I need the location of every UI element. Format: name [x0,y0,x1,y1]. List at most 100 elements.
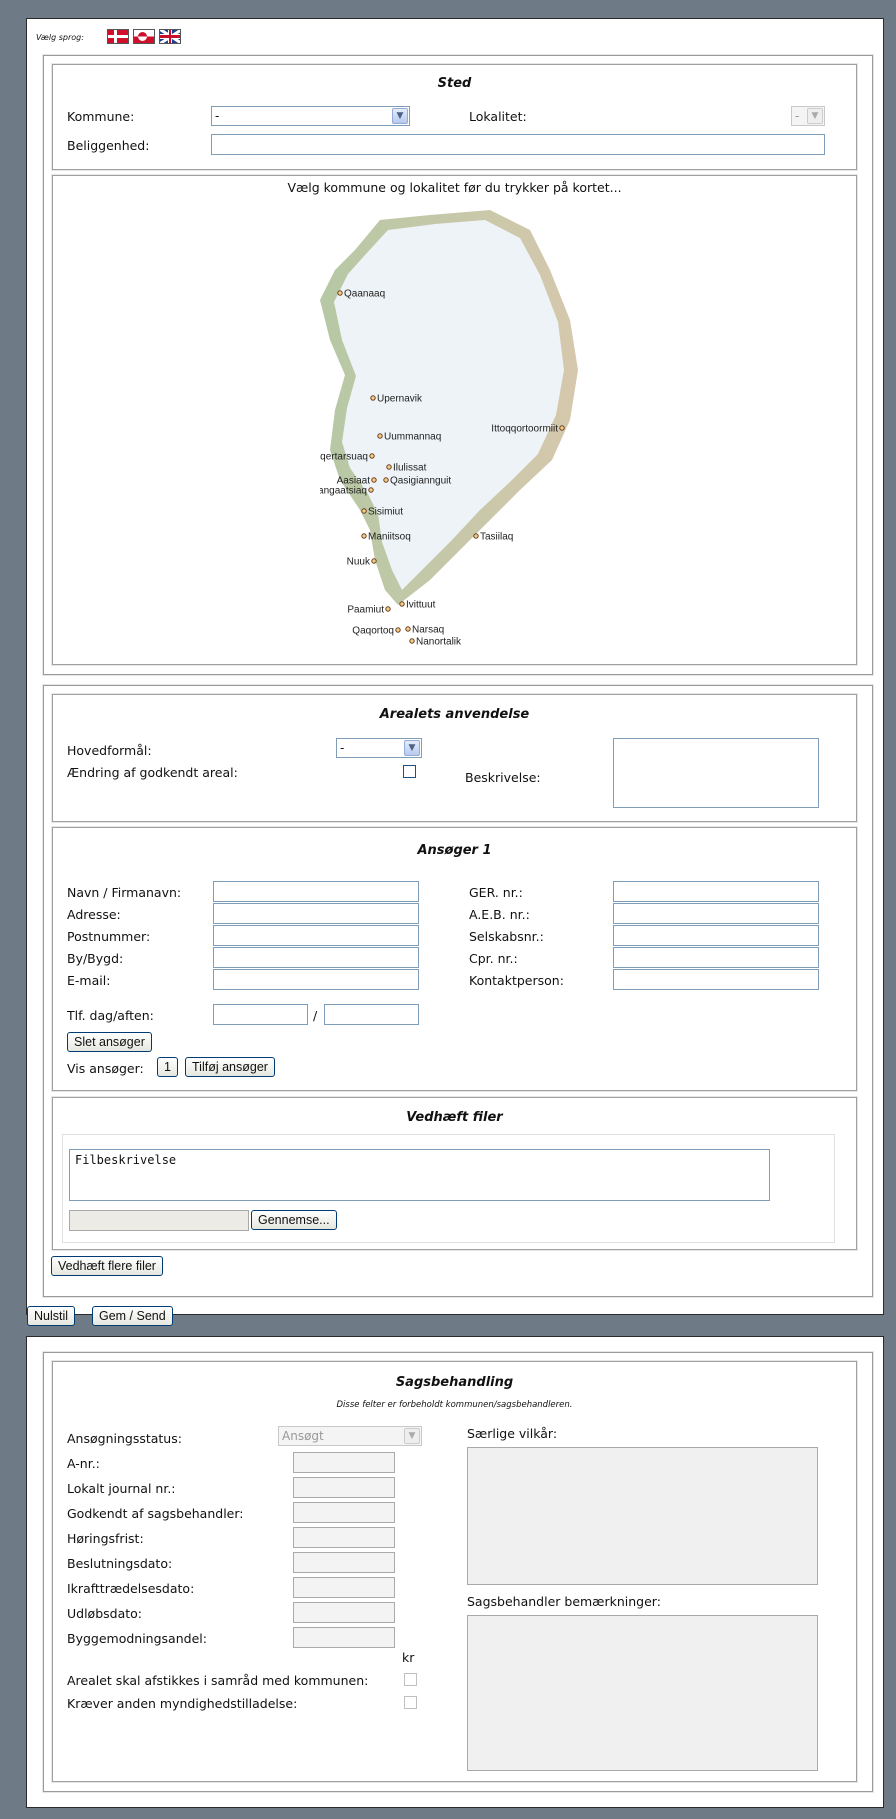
myndighed-checkbox[interactable] [404,1696,417,1709]
case-field-input[interactable] [293,1552,395,1573]
beskrivelse-textarea[interactable] [613,738,819,808]
case-field-label: Beslutningsdato: [67,1556,173,1571]
map-location-marker[interactable] [386,464,392,470]
beskrivelse-label: Beskrivelse: [465,770,541,785]
map-location-label: Maniitsoq [368,532,411,543]
applicant-field-label: Navn / Firmanavn: [67,885,182,900]
map-location-label: Uummannaq [384,432,441,443]
danish-flag-icon[interactable] [107,29,129,44]
map-location-label: Ilulissat [393,463,427,474]
applicant-page-1-button[interactable]: 1 [157,1057,178,1077]
case-field-input[interactable] [293,1602,395,1623]
map-location-label: Qaanaaq [344,289,385,300]
map-location-marker[interactable] [385,606,391,612]
case-field-input[interactable] [293,1502,395,1523]
kommune-label: Kommune: [67,109,135,124]
save-send-button[interactable]: Gem / Send [92,1306,173,1326]
map-location-label: Paamiut [347,605,384,616]
sagsbehandling-subtitle: Disse felter er forbeholdt kommunen/sags… [336,1400,573,1410]
add-applicant-button[interactable]: Tilføj ansøger [185,1057,275,1077]
map-location-marker[interactable] [337,290,343,296]
applicant-field-label: Adresse: [67,907,121,922]
map-location-label: Upernavik [377,394,423,405]
applicant-field-input[interactable] [213,947,419,968]
map-location-marker[interactable] [369,453,375,459]
hovedformaal-label: Hovedformål: [67,743,152,758]
chevron-down-icon: ▼ [404,1428,420,1444]
map-location-marker[interactable] [361,533,367,539]
map-location-marker[interactable] [559,425,565,431]
case-field-label: A-nr.: [67,1456,100,1471]
applicant-field-input[interactable] [213,903,419,924]
sted-title: Sted [437,76,472,91]
kommune-select[interactable]: - ▼ [211,106,410,126]
case-field-label: Ikrafttrædelsesdato: [67,1581,195,1596]
map-location-label: Ivittuut [406,600,436,611]
case-field-label: Lokalt journal nr.: [67,1481,176,1496]
file-description-textarea[interactable]: Filbeskrivelse [69,1149,770,1201]
applicant-field-label: Cpr. nr.: [469,951,518,966]
uk-flag-icon[interactable] [159,29,181,44]
case-field-input[interactable] [293,1627,395,1648]
applicant-field-input[interactable] [613,881,819,902]
chevron-down-icon: ▼ [404,740,420,756]
map-location-marker[interactable] [405,626,411,632]
map-location-marker[interactable] [371,477,377,483]
map-location-label: Tasiilaq [480,532,513,543]
lokalitet-select[interactable]: - ▼ [791,106,825,126]
applicant-field-input[interactable] [613,969,819,990]
sagsbehandling-title: Sagsbehandling [395,1375,514,1390]
map-location-marker[interactable] [377,433,383,439]
greenlandic-flag-icon[interactable] [133,29,155,44]
status-label: Ansøgningsstatus: [67,1431,182,1446]
phone-evening-input[interactable] [324,1004,419,1025]
phone-separator: / [313,1008,318,1023]
applicant-field-input[interactable] [613,925,819,946]
files-title: Vedhæft filer [406,1110,503,1125]
map-location-marker[interactable] [473,533,479,539]
vilkaar-textarea[interactable] [467,1447,818,1585]
beliggenhed-input[interactable] [211,134,825,155]
map-location-marker[interactable] [370,395,376,401]
map-location-marker[interactable] [361,508,367,514]
status-select[interactable]: Ansøgt ▼ [278,1426,422,1446]
map-location-marker[interactable] [368,487,374,493]
file-path-input[interactable] [69,1210,249,1231]
aendring-label: Ændring af godkendt areal: [67,765,238,780]
map-location-marker[interactable] [383,477,389,483]
case-field-label: Godkendt af sagsbehandler: [67,1506,244,1521]
case-field-input[interactable] [293,1577,395,1598]
map-location-marker[interactable] [371,558,377,564]
applicant-field-input[interactable] [213,969,419,990]
aendring-checkbox[interactable] [403,765,416,778]
map-location-marker[interactable] [395,627,401,633]
map-location-marker[interactable] [399,601,405,607]
reset-button[interactable]: Nulstil [27,1306,76,1326]
applicant-field-input[interactable] [613,903,819,924]
delete-applicant-button[interactable]: Slet ansøger [67,1032,152,1052]
phone-day-input[interactable] [213,1004,308,1025]
greenland-map[interactable]: Qaanaaq Upernavik Uummannaq Ittoqqortoormii… [320,210,590,660]
browse-button[interactable]: Gennemse... [251,1210,337,1230]
applicant-field-input[interactable] [613,947,819,968]
currency-label: kr [402,1650,415,1665]
map-location-marker[interactable] [409,638,415,644]
applicant-field-label: By/Bygd: [67,951,124,966]
applicant-field-label: GER. nr.: [469,885,523,900]
hovedformaal-select[interactable]: - ▼ [336,738,422,758]
case-field-input[interactable] [293,1452,395,1473]
attach-more-files-button[interactable]: Vedhæft flere filer [51,1256,163,1276]
applicant-field-input[interactable] [213,925,419,946]
case-field-input[interactable] [293,1477,395,1498]
case-field-input[interactable] [293,1527,395,1548]
bemaerkninger-label: Sagsbehandler bemærkninger: [467,1594,661,1609]
applicant-field-label: Selskabsnr.: [469,929,544,944]
map-location-label: Nanortalik [416,637,462,648]
ansoger-title: Ansøger 1 [417,843,492,858]
afstikkes-checkbox[interactable] [404,1673,417,1686]
bemaerkninger-textarea[interactable] [467,1615,818,1771]
case-field-label: Udløbsdato: [67,1606,143,1621]
map-location-label: Narsaq [412,625,444,636]
applicant-field-input[interactable] [213,881,419,902]
map-location-label: Ittoqqortoormiit [491,424,558,435]
